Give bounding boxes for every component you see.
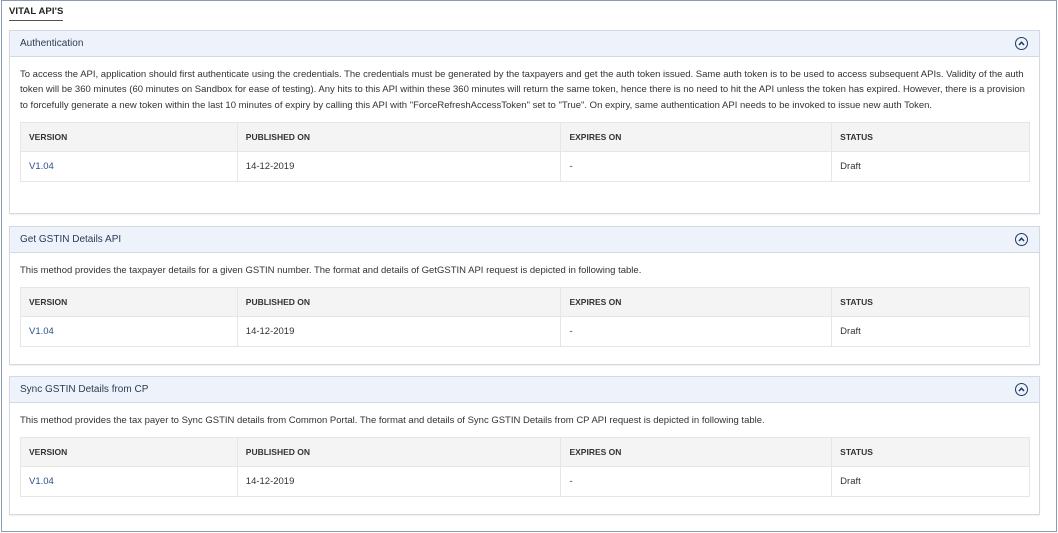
cell-expires-on: -: [560, 151, 833, 183]
cell-status: Draft: [831, 151, 1030, 183]
version-table: VERSION PUBLISHED ON EXPIRES ON STATUS V…: [20, 287, 1030, 348]
column-header-published-on: PUBLISHED ON: [236, 287, 562, 318]
cell-status: Draft: [831, 466, 1030, 498]
panel-header[interactable]: Get GSTIN Details API: [10, 227, 1039, 253]
column-header-status: STATUS: [831, 437, 1030, 468]
cell-published-on: 14-12-2019: [236, 151, 562, 183]
column-header-status: STATUS: [831, 122, 1030, 153]
cell-version: V1.04: [20, 316, 238, 348]
column-header-expires-on: EXPIRES ON: [560, 287, 833, 318]
column-header-version: VERSION: [20, 437, 238, 468]
table-header-row: VERSION PUBLISHED ON EXPIRES ON STATUS: [20, 287, 1030, 318]
panel-description: To access the API, application should fi…: [20, 69, 1025, 111]
column-header-version: VERSION: [20, 287, 238, 318]
column-header-expires-on: EXPIRES ON: [560, 122, 833, 153]
cell-expires-on: -: [560, 466, 833, 498]
version-table: VERSION PUBLISHED ON EXPIRES ON STATUS V…: [20, 437, 1030, 498]
page-title: VITAL API'S: [9, 6, 64, 21]
table-header-row: VERSION PUBLISHED ON EXPIRES ON STATUS: [20, 437, 1030, 468]
panel-get-gstin-details: Get GSTIN Details API This method provid…: [9, 226, 1040, 365]
panel-title: Sync GSTIN Details from CP: [20, 384, 149, 395]
cell-published-on: 14-12-2019: [236, 466, 562, 498]
panel-description: This method provides the tax payer to Sy…: [20, 415, 765, 426]
table-row: V1.04 14-12-2019 - Draft: [20, 151, 1030, 183]
chevron-up-circle-icon[interactable]: [1015, 233, 1028, 246]
cell-status: Draft: [831, 316, 1030, 348]
panel-title: Get GSTIN Details API: [20, 234, 122, 245]
table-row: V1.04 14-12-2019 - Draft: [20, 316, 1030, 348]
table-row: V1.04 14-12-2019 - Draft: [20, 466, 1030, 498]
cell-published-on: 14-12-2019: [236, 316, 562, 348]
panel-authentication: Authentication To access the API, applic…: [9, 30, 1040, 214]
column-header-expires-on: EXPIRES ON: [560, 437, 833, 468]
panel-header[interactable]: Authentication: [10, 31, 1039, 57]
cell-version: V1.04: [20, 466, 238, 498]
panel-description: This method provides the taxpayer detail…: [20, 265, 642, 276]
chevron-up-circle-icon[interactable]: [1015, 383, 1028, 396]
column-header-published-on: PUBLISHED ON: [236, 437, 562, 468]
column-header-published-on: PUBLISHED ON: [236, 122, 562, 153]
table-header-row: VERSION PUBLISHED ON EXPIRES ON STATUS: [20, 122, 1030, 153]
panel-header[interactable]: Sync GSTIN Details from CP: [10, 377, 1039, 403]
chevron-up-circle-icon[interactable]: [1015, 37, 1028, 50]
version-table: VERSION PUBLISHED ON EXPIRES ON STATUS V…: [20, 122, 1030, 183]
column-header-version: VERSION: [20, 122, 238, 153]
panel-title: Authentication: [20, 38, 84, 49]
column-header-status: STATUS: [831, 287, 1030, 318]
cell-expires-on: -: [560, 316, 833, 348]
panel-sync-gstin-details: Sync GSTIN Details from CP This method p…: [9, 376, 1040, 515]
cell-version: V1.04: [20, 151, 238, 183]
